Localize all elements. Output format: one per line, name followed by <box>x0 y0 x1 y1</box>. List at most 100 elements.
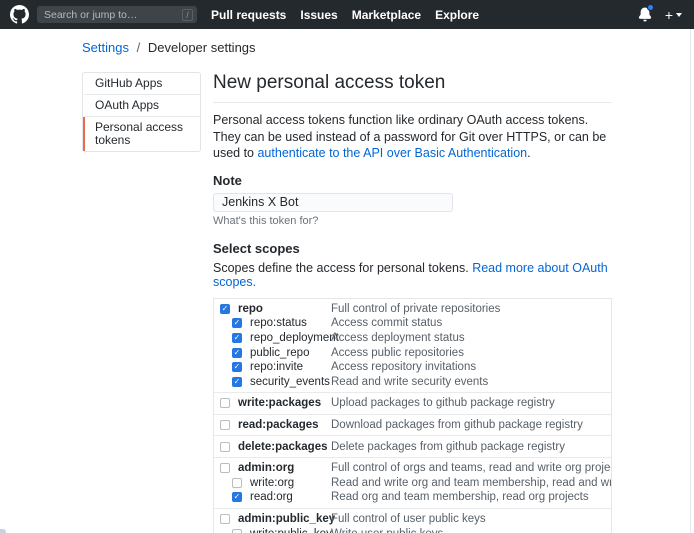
scope-checkbox-repo[interactable]: ✓ <box>220 304 230 314</box>
page: Search or jump to… / Pull requests Issue… <box>0 0 694 533</box>
scope-checkbox-admin:org[interactable] <box>220 463 230 473</box>
scope-checkbox-write:public_key[interactable] <box>232 529 242 533</box>
scope-description: Access public repositories <box>331 347 611 359</box>
scope-checkbox-delete:packages[interactable] <box>220 442 230 452</box>
scope-name-cell: ✓ repo:status <box>214 317 331 329</box>
scope-name: write:public_key <box>250 528 332 533</box>
scope-group: admin:public_keyFull control of user pub… <box>214 508 611 533</box>
sidebar-item-oauth-apps[interactable]: OAuth Apps <box>83 95 200 117</box>
select-scopes-heading: Select scopes <box>213 241 612 256</box>
scope-name: write:packages <box>238 397 321 409</box>
scope-name: write:org <box>250 477 294 489</box>
scope-name: repo:invite <box>250 361 303 373</box>
sidebar-item-personal-access-tokens[interactable]: Personal access tokens <box>83 117 200 151</box>
scope-group: read:packages Download packages from gith… <box>214 414 611 436</box>
top-nav-links: Pull requests Issues Marketplace Explore <box>211 8 479 22</box>
scope-description: Full control of orgs and teams, read and… <box>331 462 611 474</box>
scope-checkbox-write:packages[interactable] <box>220 398 230 408</box>
scope-checkbox-security_events[interactable]: ✓ <box>232 377 242 387</box>
scope-checkbox-write:org[interactable] <box>232 478 242 488</box>
scope-checkbox-repo_deployment[interactable]: ✓ <box>232 333 242 343</box>
scope-row-public_repo: ✓ public_repo Access public repositories <box>214 345 611 360</box>
plus-icon: + <box>665 8 673 22</box>
nav-marketplace[interactable]: Marketplace <box>352 8 421 22</box>
scope-row-write:public_key: write:public_keyWrite user public keys <box>214 526 611 533</box>
scope-checkbox-repo:status[interactable]: ✓ <box>232 318 242 328</box>
note-input[interactable] <box>213 193 453 212</box>
chevron-down-icon <box>676 13 682 17</box>
scope-name: read:org <box>250 491 293 503</box>
scope-row-write:packages: write:packages Upload packages to github … <box>214 396 611 411</box>
slash-key-hint: / <box>182 9 193 21</box>
scope-description: Full control of private repositories <box>331 303 611 315</box>
notification-dot <box>647 4 654 11</box>
breadcrumb-current: Developer settings <box>148 40 256 55</box>
scope-name-cell: admin:public_key <box>214 513 331 525</box>
scope-name-cell: write:public_key <box>214 528 331 533</box>
create-new-button[interactable]: + <box>665 8 682 22</box>
scope-name: admin:org <box>238 462 294 474</box>
scope-row-read:packages: read:packages Download packages from gith… <box>214 418 611 433</box>
developer-settings-sidebar: GitHub AppsOAuth AppsPersonal access tok… <box>82 72 201 152</box>
scope-description: Upload packages to github package regist… <box>331 397 611 409</box>
scope-row-admin:org: admin:org Full control of orgs and teams,… <box>214 461 611 476</box>
main-content: New personal access token Personal acces… <box>213 72 612 533</box>
intro-text-after: . <box>527 146 530 160</box>
scope-checkbox-public_repo[interactable]: ✓ <box>232 348 242 358</box>
scope-row-write:org: write:org Read and write org and team mem… <box>214 475 611 490</box>
scope-row-read:org: ✓ read:org Read org and team membership, r… <box>214 490 611 505</box>
scope-row-repo_deployment: ✓ repo_deploymentAccess deployment status <box>214 331 611 346</box>
scope-description: Read org and team membership, read org p… <box>331 491 611 503</box>
scope-description: Access deployment status <box>331 332 611 344</box>
scope-name-cell: ✓ repo <box>214 303 331 315</box>
nav-explore[interactable]: Explore <box>435 8 479 22</box>
scope-name-cell: ✓ read:org <box>214 491 331 503</box>
scope-row-security_events: ✓security_eventsRead and write security … <box>214 374 611 389</box>
scope-name: repo:status <box>250 317 307 329</box>
scope-row-admin:public_key: admin:public_keyFull control of user pub… <box>214 512 611 527</box>
scope-description: Read and write security events <box>331 376 611 388</box>
scope-description: Read and write org and team membership, … <box>331 477 611 489</box>
github-logo-icon[interactable] <box>10 5 29 24</box>
scope-row-repo:status: ✓ repo:status Access commit status <box>214 316 611 331</box>
scope-checkbox-read:packages[interactable] <box>220 420 230 430</box>
scope-checkbox-repo:invite[interactable]: ✓ <box>232 362 242 372</box>
search-input[interactable]: Search or jump to… / <box>37 6 197 23</box>
breadcrumb: Settings / Developer settings <box>0 29 694 55</box>
scopes-description: Scopes define the access for personal to… <box>213 261 612 289</box>
page-title: New personal access token <box>213 72 612 103</box>
breadcrumb-separator: / <box>137 40 141 55</box>
scope-name: read:packages <box>238 419 319 431</box>
scope-name: delete:packages <box>238 441 328 453</box>
scope-name-cell: ✓ public_repo <box>214 347 331 359</box>
notifications-button[interactable] <box>638 7 652 22</box>
nav-issues[interactable]: Issues <box>300 8 337 22</box>
scope-name-cell: admin:org <box>214 462 331 474</box>
status-tooltip-fragment <box>0 529 6 533</box>
scope-name-cell: ✓security_events <box>214 376 331 388</box>
scope-name-cell: ✓ repo:invite <box>214 361 331 373</box>
intro-paragraph: Personal access tokens function like ord… <box>213 112 612 162</box>
scope-name: repo <box>238 303 263 315</box>
scope-description: Access repository invitations <box>331 361 611 373</box>
scope-description: Write user public keys <box>331 528 611 533</box>
scope-description: Access commit status <box>331 317 611 329</box>
scopes-description-text: Scopes define the access for personal to… <box>213 261 472 275</box>
basic-auth-link[interactable]: authenticate to the API over Basic Authe… <box>257 146 527 160</box>
scope-checkbox-read:org[interactable]: ✓ <box>232 492 242 502</box>
scrollbar[interactable] <box>690 29 691 533</box>
nav-pull-requests[interactable]: Pull requests <box>211 8 286 22</box>
sidebar-item-github-apps[interactable]: GitHub Apps <box>83 73 200 95</box>
scope-row-repo: ✓ repo Full control of private repositorie… <box>214 302 611 317</box>
scope-description: Full control of user public keys <box>331 513 611 525</box>
note-label: Note <box>213 173 612 188</box>
scope-checkbox-admin:public_key[interactable] <box>220 514 230 524</box>
scope-name: repo_deployment <box>250 332 339 344</box>
breadcrumb-settings-link[interactable]: Settings <box>82 40 129 55</box>
scope-name: admin:public_key <box>238 513 335 525</box>
scope-name: public_repo <box>250 347 309 359</box>
top-navbar: Search or jump to… / Pull requests Issue… <box>0 0 694 29</box>
scope-description: Download packages from github package re… <box>331 419 611 431</box>
search-placeholder: Search or jump to… <box>44 9 182 21</box>
scope-group: admin:org Full control of orgs and teams,… <box>214 457 611 508</box>
